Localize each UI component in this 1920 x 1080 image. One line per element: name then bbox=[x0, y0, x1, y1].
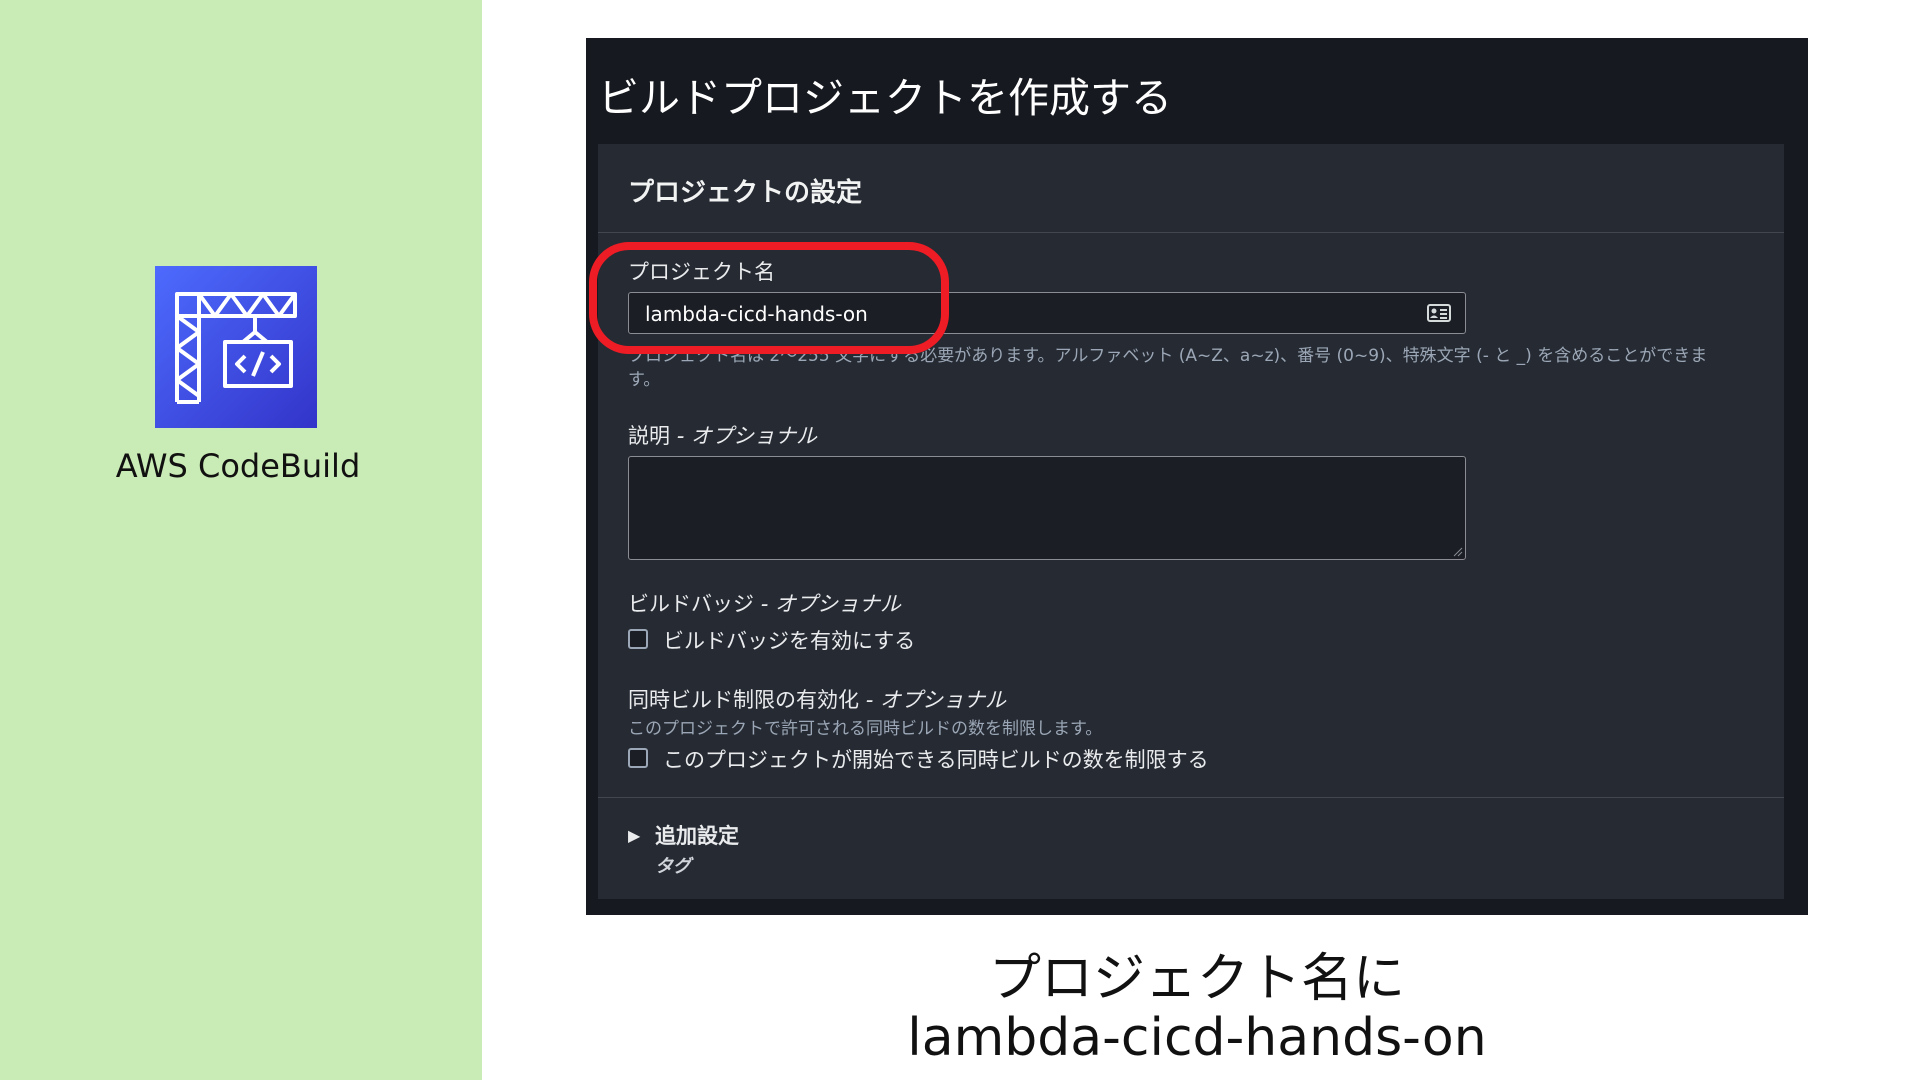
service-name: AWS CodeBuild bbox=[115, 447, 361, 485]
expand-caret-icon[interactable]: ▶ bbox=[628, 826, 640, 845]
build-badge-label: ビルドバッジ - オプショナル bbox=[628, 588, 901, 618]
build-badge-checkbox-label[interactable]: ビルドバッジを有効にする bbox=[663, 625, 915, 655]
concurrent-limit-label: 同時ビルド制限の有効化 - オプショナル bbox=[628, 684, 1006, 714]
build-badge-label-text: ビルドバッジ bbox=[628, 592, 754, 616]
concurrent-limit-description: このプロジェクトで許可される同時ビルドの数を制限します。 bbox=[628, 719, 1103, 739]
caption-line-1: プロジェクト名に bbox=[988, 949, 1405, 1009]
contact-card-icon[interactable] bbox=[1427, 303, 1451, 323]
build-badge-optional: - オプショナル bbox=[760, 592, 901, 616]
concurrent-limit-checkbox-label[interactable]: このプロジェクトが開始できる同時ビルドの数を制限する bbox=[663, 744, 1209, 774]
description-textarea[interactable] bbox=[628, 456, 1466, 560]
build-badge-checkbox[interactable] bbox=[628, 629, 648, 649]
additional-settings-subtitle: タグ bbox=[655, 856, 691, 877]
resize-grip-icon[interactable] bbox=[1453, 547, 1463, 557]
concurrent-limit-optional: - オプショナル bbox=[865, 688, 1006, 712]
divider bbox=[598, 797, 1784, 798]
codebuild-crane-icon bbox=[155, 266, 317, 428]
caption-line-2: lambda-cicd-hands-on bbox=[907, 1008, 1487, 1068]
additional-settings-toggle[interactable]: 追加設定 bbox=[655, 820, 739, 850]
panel-header: プロジェクトの設定 bbox=[598, 144, 1784, 233]
section-title: プロジェクトの設定 bbox=[628, 178, 863, 208]
concurrent-limit-checkbox[interactable] bbox=[628, 748, 648, 768]
red-highlight-circle bbox=[589, 242, 949, 354]
concurrent-limit-label-text: 同時ビルド制限の有効化 bbox=[628, 688, 859, 712]
description-label: 説明 - オプショナル bbox=[628, 420, 817, 450]
description-label-text: 説明 bbox=[628, 424, 670, 448]
page-title: ビルドプロジェクトを作成する bbox=[598, 74, 1172, 122]
left-panel: AWS CodeBuild bbox=[0, 0, 482, 1080]
description-optional: - オプショナル bbox=[676, 424, 817, 448]
